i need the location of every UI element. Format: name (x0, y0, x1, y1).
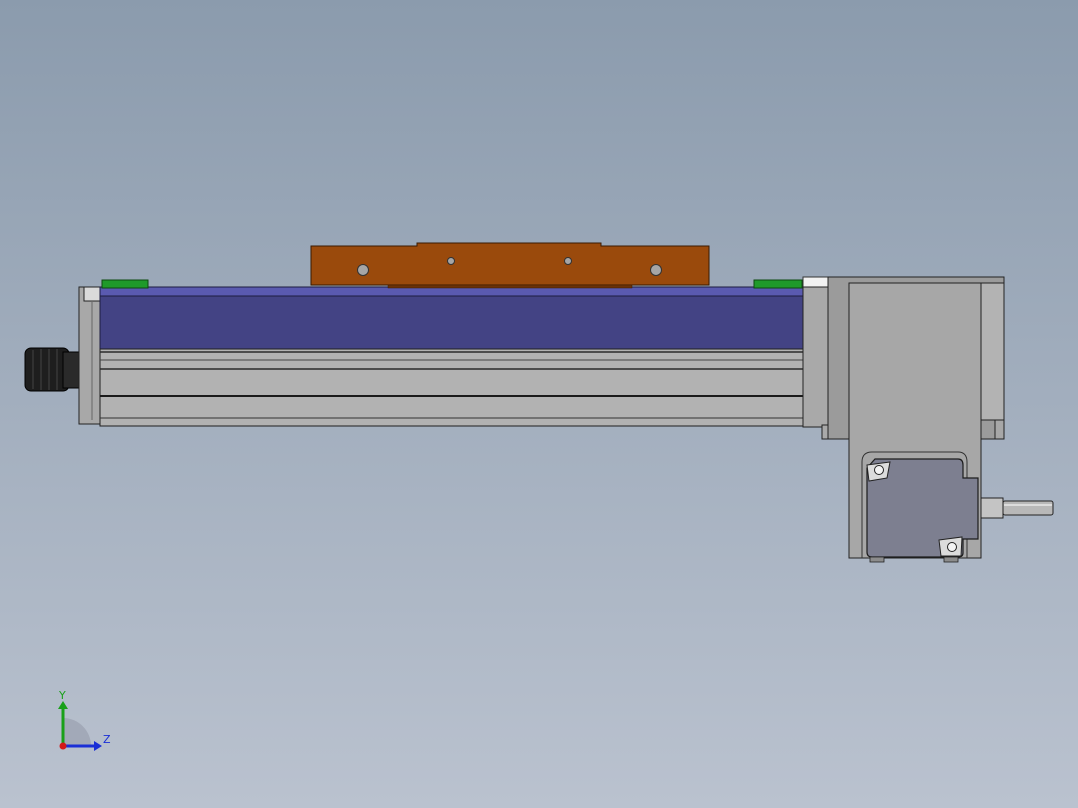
flange-plate (802, 286, 829, 428)
housing-side-rib (980, 282, 1005, 421)
aluminum-profile (99, 348, 804, 427)
flange-white-block (802, 276, 829, 288)
shaft-collar (980, 497, 1004, 519)
triad-x-dot (59, 742, 67, 750)
mounting-hole (650, 264, 662, 276)
carriage-plate (310, 242, 710, 286)
left-end-cap[interactable] (78, 286, 102, 425)
mounting-hole (447, 257, 455, 265)
left-stop-pad[interactable] (101, 279, 149, 289)
cover-foot (943, 556, 959, 563)
connector-knurl (24, 347, 70, 392)
cover-screw (874, 465, 884, 475)
triad-z-label: Z (103, 733, 111, 746)
right-stop-pad[interactable] (753, 279, 803, 289)
motor-cover[interactable] (866, 458, 979, 563)
connector-collar (62, 351, 82, 389)
carriage[interactable] (310, 242, 710, 289)
triad-y-label: Y (58, 689, 66, 702)
mounting-hole (357, 264, 369, 276)
output-shaft[interactable] (980, 497, 1054, 519)
cad-viewport[interactable]: Y Z (0, 0, 1078, 808)
actuator-body[interactable] (99, 286, 804, 427)
cover-screw (947, 542, 957, 552)
dust-cover-lip (99, 286, 804, 297)
shaft-body (1002, 500, 1054, 516)
end-cap-plate (78, 286, 102, 425)
carriage-base (387, 284, 633, 289)
triad-y-arrow (58, 701, 68, 709)
end-cap-top (83, 286, 101, 302)
axis-triad: Y Z (58, 689, 111, 751)
housing-lower-tab (994, 419, 1005, 440)
mounting-hole (564, 257, 572, 265)
triad-quadrant (63, 718, 91, 746)
triad-z-arrow (94, 741, 102, 751)
cover-foot (869, 556, 885, 563)
